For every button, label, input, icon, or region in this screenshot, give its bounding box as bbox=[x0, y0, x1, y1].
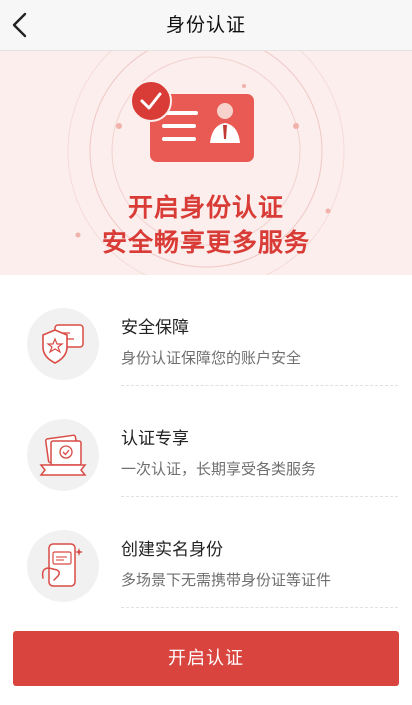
feature-item: 认证专享 一次认证，长期享受各类服务 bbox=[0, 411, 412, 523]
feature-item: 安全保障 身份认证保障您的账户安全 bbox=[0, 300, 412, 412]
hero-banner: 开启身份认证 安全畅享更多服务 bbox=[0, 51, 412, 275]
nav-bar: 身份认证 bbox=[0, 0, 412, 51]
feature-description: 一次认证，长期享受各类服务 bbox=[121, 460, 317, 478]
start-verification-button[interactable]: 开启认证 bbox=[13, 631, 399, 686]
divider bbox=[121, 385, 398, 386]
page-title: 身份认证 bbox=[165, 14, 246, 36]
shield-id-card-icon bbox=[27, 308, 99, 380]
feature-title: 认证专享 bbox=[121, 429, 189, 449]
hero-subheadline: 安全畅享更多服务 bbox=[101, 228, 310, 257]
hero-headline: 开启身份认证 bbox=[127, 193, 284, 222]
feature-item: 创建实名身份 多场景下无需携带身份证等证件 bbox=[0, 522, 412, 634]
feature-title: 安全保障 bbox=[121, 318, 189, 338]
certificate-ribbon-icon bbox=[27, 419, 99, 491]
divider bbox=[121, 496, 398, 497]
divider bbox=[121, 607, 398, 608]
feature-description: 身份认证保障您的账户安全 bbox=[121, 349, 302, 367]
phone-id-card-icon bbox=[27, 530, 99, 602]
feature-title: 创建实名身份 bbox=[121, 540, 223, 560]
feature-description: 多场景下无需携带身份证等证件 bbox=[121, 571, 332, 589]
